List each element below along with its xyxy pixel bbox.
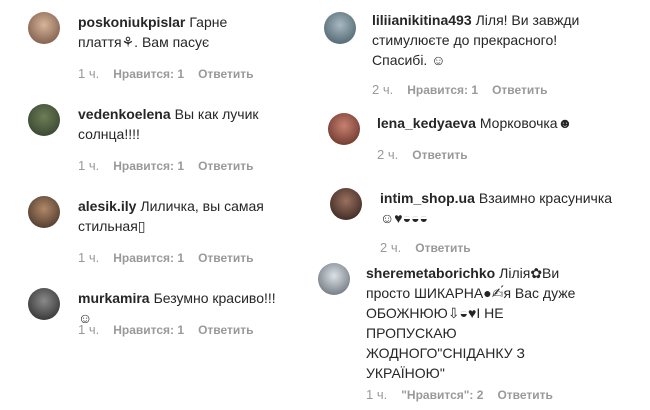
likes-button[interactable]: Нравится: 1 <box>113 159 184 173</box>
comment-time[interactable]: 1 ч. <box>78 322 99 337</box>
comment-username[interactable]: vedenkoelena <box>78 106 171 122</box>
comment-meta: 1 ч. Нравится: 1 Ответить <box>78 322 268 337</box>
comment-text: Морковочка☻ <box>479 115 573 131</box>
comment-body: sheremetaborichko Лілія✿Ви просто ШИКАРНА… <box>366 263 596 383</box>
reply-button[interactable]: Ответить <box>198 251 253 265</box>
avatar[interactable] <box>330 188 362 220</box>
comment-time[interactable]: 1 ч. <box>78 66 99 81</box>
comment-username[interactable]: liliianikitina493 <box>372 12 472 28</box>
comment-username[interactable]: murkamira <box>78 290 150 306</box>
comment-username[interactable]: sheremetaborichko <box>366 265 495 281</box>
reply-button[interactable]: Ответить <box>198 323 253 337</box>
comment-username[interactable]: lena_kedyaeva <box>377 115 476 131</box>
comment-meta: 1 ч. Нравится: 1 Ответить <box>78 250 268 265</box>
comment-time[interactable]: 1 ч. <box>78 158 99 173</box>
comment-body: poskoniukpislar Гарне плаття⚘. Вам пасує <box>78 12 288 52</box>
likes-button[interactable]: Нравится: 1 <box>113 323 184 337</box>
avatar[interactable] <box>28 12 60 44</box>
avatar[interactable] <box>328 113 360 145</box>
avatar[interactable] <box>318 263 350 295</box>
comment-body: intim_shop.ua Взаимно красуничка☺♥◒◒◒ <box>380 188 620 228</box>
reply-button[interactable]: Ответить <box>497 388 552 402</box>
comment-body: vedenkoelena Вы как лучик солнца!!!! <box>78 104 288 144</box>
comment-meta: 2 ч. Ответить <box>380 240 485 255</box>
comment-meta: 1 ч. Нравится: 1 Ответить <box>78 66 268 81</box>
comment-text: Лілія✿Ви просто ШИКАРНА●✍́я Вас дуже ОБО… <box>366 265 576 381</box>
comment-username[interactable]: alesik.ily <box>78 198 136 214</box>
comment-meta: 2 ч. Ответить <box>377 147 482 162</box>
comment-meta: 1 ч. Нравится: 1 Ответить <box>78 158 268 173</box>
comment-time[interactable]: 2 ч. <box>377 147 398 162</box>
comment-time[interactable]: 1 ч. <box>78 250 99 265</box>
comment-body: liliianikitina493 Ліля! Ви завжди стимулю… <box>372 10 612 70</box>
avatar[interactable] <box>28 104 60 136</box>
reply-button[interactable]: Ответить <box>415 241 470 255</box>
likes-button[interactable]: Нравится: 1 <box>113 67 184 81</box>
reply-button[interactable]: Ответить <box>492 83 547 97</box>
comment-time[interactable]: 2 ч. <box>380 240 401 255</box>
comment-username[interactable]: poskoniukpislar <box>78 14 185 30</box>
reply-button[interactable]: Ответить <box>412 148 467 162</box>
likes-button[interactable]: Нравится: 1 <box>407 83 478 97</box>
avatar[interactable] <box>28 196 60 228</box>
likes-button[interactable]: Нравится: 1 <box>113 251 184 265</box>
comment-time[interactable]: 1 ч. <box>366 387 387 402</box>
comment-meta: 1 ч. "Нравится": 2 Ответить <box>366 387 567 402</box>
comment-body: alesik.ily Лиличка, вы самая стильная▯ <box>78 196 288 236</box>
reply-button[interactable]: Ответить <box>198 67 253 81</box>
avatar[interactable] <box>28 288 60 320</box>
comment-username[interactable]: intim_shop.ua <box>380 190 475 206</box>
comment-time[interactable]: 2 ч. <box>372 82 393 97</box>
avatar[interactable] <box>324 12 356 44</box>
comment-meta: 2 ч. Нравится: 1 Ответить <box>372 82 562 97</box>
reply-button[interactable]: Ответить <box>198 159 253 173</box>
likes-button[interactable]: "Нравится": 2 <box>401 388 483 402</box>
comment-body: lena_kedyaeva Морковочка☻ <box>377 113 617 133</box>
